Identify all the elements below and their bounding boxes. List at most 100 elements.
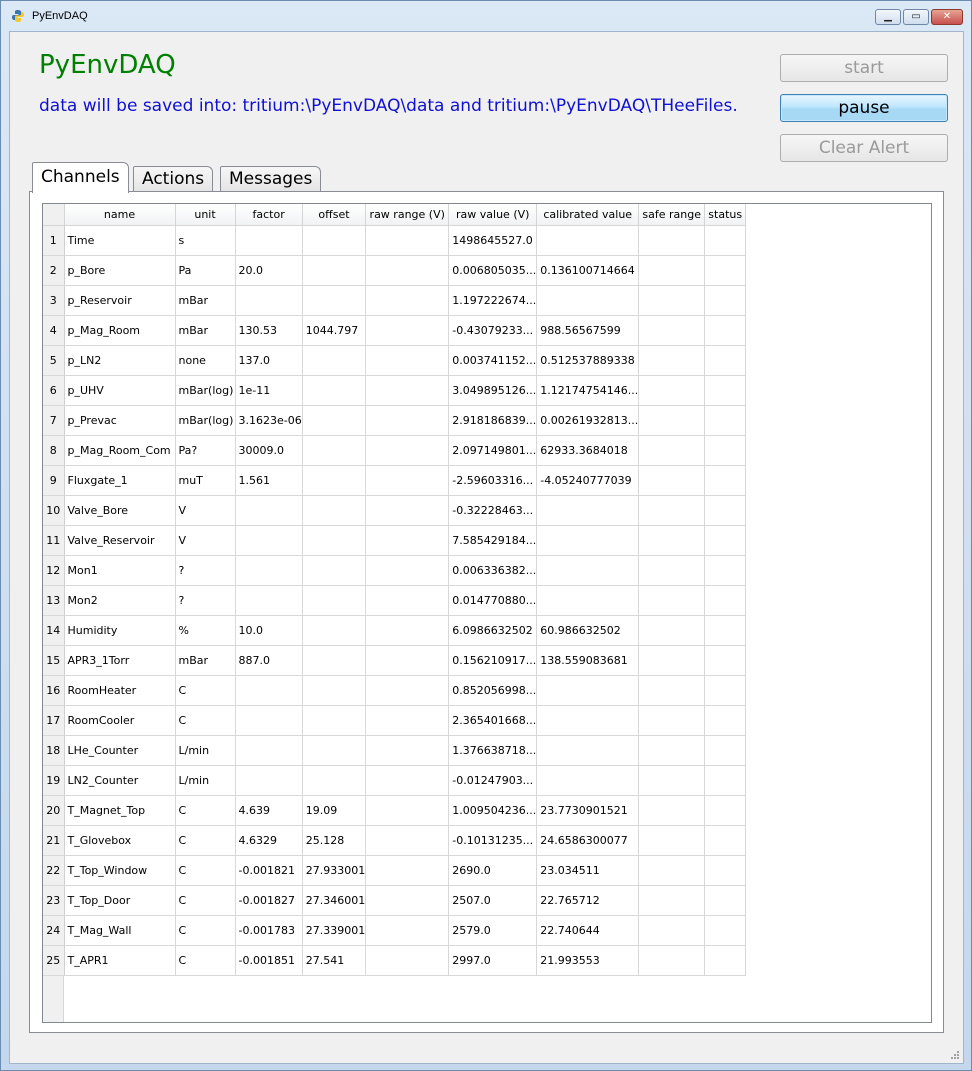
row-number[interactable]: 24: [43, 915, 65, 946]
cell-name[interactable]: p_Mag_Room: [64, 315, 176, 346]
cell-offset[interactable]: [302, 465, 367, 496]
cell-offset[interactable]: 1044.797: [302, 315, 367, 346]
cell-offset[interactable]: [302, 255, 367, 286]
row-number[interactable]: 2: [43, 255, 65, 286]
table-row[interactable]: 8 p_Mag_Room_Com Pa? 30009.0 2.097149801... 6…: [43, 435, 747, 466]
cell-name[interactable]: p_Bore: [64, 255, 176, 286]
cell-offset[interactable]: [302, 345, 367, 376]
cell-safe-range[interactable]: [638, 915, 706, 946]
cell-raw-value[interactable]: 0.014770880...: [448, 585, 538, 616]
table-row[interactable]: 7 p_Prevac mBar(log) 3.1623e-06 2.918186839.…: [43, 405, 747, 436]
cell-unit[interactable]: C: [175, 915, 236, 946]
cell-raw-value[interactable]: 0.852056998...: [448, 675, 538, 706]
table-row[interactable]: 6 p_UHV mBar(log) 1e-11 3.049895126... 1.1217…: [43, 375, 747, 406]
cell-factor[interactable]: 10.0: [235, 615, 303, 646]
cell-status[interactable]: [704, 345, 747, 376]
column-header-name[interactable]: name: [64, 204, 176, 226]
cell-safe-range[interactable]: [638, 495, 706, 526]
cell-name[interactable]: p_UHV: [64, 375, 176, 406]
cell-factor[interactable]: -0.001851: [235, 945, 303, 976]
cell-offset[interactable]: [302, 735, 367, 766]
cell-offset[interactable]: [302, 765, 367, 796]
cell-offset[interactable]: 27.541: [302, 945, 367, 976]
cell-factor[interactable]: [235, 735, 303, 766]
row-number[interactable]: 25: [43, 945, 65, 976]
cell-offset[interactable]: [302, 225, 367, 256]
cell-status[interactable]: [704, 495, 747, 526]
cell-calibrated-value[interactable]: 138.559083681: [536, 645, 640, 676]
cell-status[interactable]: [704, 705, 747, 736]
cell-status[interactable]: [704, 585, 747, 616]
corner-button[interactable]: [43, 204, 65, 226]
table-row[interactable]: 14 Humidity% 10.0 6.0986632502 60.986632502: [43, 615, 747, 646]
close-button[interactable]: ✕: [931, 9, 963, 25]
table-row[interactable]: 3 p_Reservoir mBar 1.197222674...: [43, 285, 747, 316]
cell-unit[interactable]: mBar: [175, 285, 236, 316]
cell-unit[interactable]: none: [175, 345, 236, 376]
cell-name[interactable]: T_Top_Door: [64, 885, 176, 916]
cell-unit[interactable]: ?: [175, 585, 236, 616]
cell-status[interactable]: [704, 255, 747, 286]
cell-offset[interactable]: [302, 645, 367, 676]
cell-factor[interactable]: 20.0: [235, 255, 303, 286]
cell-safe-range[interactable]: [638, 885, 706, 916]
cell-raw-value[interactable]: 2507.0: [448, 885, 538, 916]
cell-calibrated-value[interactable]: [536, 705, 640, 736]
cell-calibrated-value[interactable]: 22.765712: [536, 885, 640, 916]
column-header-offset[interactable]: offset: [302, 204, 367, 226]
cell-safe-range[interactable]: [638, 255, 706, 286]
cell-raw-value[interactable]: 0.003741152...: [448, 345, 538, 376]
cell-calibrated-value[interactable]: 24.6586300077: [536, 825, 640, 856]
cell-status[interactable]: [704, 885, 747, 916]
cell-name[interactable]: Fluxgate_1: [64, 465, 176, 496]
cell-raw-range[interactable]: [365, 735, 450, 766]
cell-factor[interactable]: -0.001827: [235, 885, 303, 916]
cell-raw-range[interactable]: [365, 675, 450, 706]
cell-raw-value[interactable]: 1.376638718...: [448, 735, 538, 766]
cell-factor[interactable]: [235, 765, 303, 796]
cell-raw-range[interactable]: [365, 915, 450, 946]
row-number[interactable]: 21: [43, 825, 65, 856]
cell-safe-range[interactable]: [638, 585, 706, 616]
cell-unit[interactable]: C: [175, 675, 236, 706]
cell-calibrated-value[interactable]: 988.56567599: [536, 315, 640, 346]
cell-raw-range[interactable]: [365, 345, 450, 376]
cell-safe-range[interactable]: [638, 405, 706, 436]
cell-raw-value[interactable]: 2.918186839...: [448, 405, 538, 436]
cell-unit[interactable]: s: [175, 225, 236, 256]
cell-name[interactable]: LN2_Counter: [64, 765, 176, 796]
cell-raw-range[interactable]: [365, 525, 450, 556]
cell-raw-range[interactable]: [365, 945, 450, 976]
cell-raw-range[interactable]: [365, 765, 450, 796]
cell-status[interactable]: [704, 735, 747, 766]
cell-safe-range[interactable]: [638, 825, 706, 856]
column-header-unit[interactable]: unit: [175, 204, 236, 226]
cell-raw-value[interactable]: 1498645527.0: [448, 225, 538, 256]
cell-factor[interactable]: [235, 585, 303, 616]
cell-raw-value[interactable]: -0.32228463...: [448, 495, 538, 526]
row-number[interactable]: 11: [43, 525, 65, 556]
row-number[interactable]: 6: [43, 375, 65, 406]
row-number[interactable]: 5: [43, 345, 65, 376]
cell-raw-range[interactable]: [365, 555, 450, 586]
cell-safe-range[interactable]: [638, 375, 706, 406]
cell-raw-range[interactable]: [365, 435, 450, 466]
table-row[interactable]: 25 T_APR1 C -0.001851 27.541 2997.0 21.993553: [43, 945, 747, 976]
cell-name[interactable]: p_LN2: [64, 345, 176, 376]
minimize-button[interactable]: ▁: [875, 9, 901, 25]
cell-safe-range[interactable]: [638, 315, 706, 346]
cell-raw-range[interactable]: [365, 285, 450, 316]
cell-unit[interactable]: C: [175, 885, 236, 916]
cell-calibrated-value[interactable]: [536, 765, 640, 796]
cell-offset[interactable]: [302, 405, 367, 436]
cell-raw-range[interactable]: [365, 465, 450, 496]
cell-factor[interactable]: 4.639: [235, 795, 303, 826]
row-number[interactable]: 8: [43, 435, 65, 466]
cell-safe-range[interactable]: [638, 285, 706, 316]
cell-calibrated-value[interactable]: [536, 675, 640, 706]
cell-raw-range[interactable]: [365, 315, 450, 346]
cell-calibrated-value[interactable]: 23.7730901521: [536, 795, 640, 826]
cell-unit[interactable]: ?: [175, 555, 236, 586]
cell-unit[interactable]: Pa: [175, 255, 236, 286]
cell-factor[interactable]: [235, 525, 303, 556]
